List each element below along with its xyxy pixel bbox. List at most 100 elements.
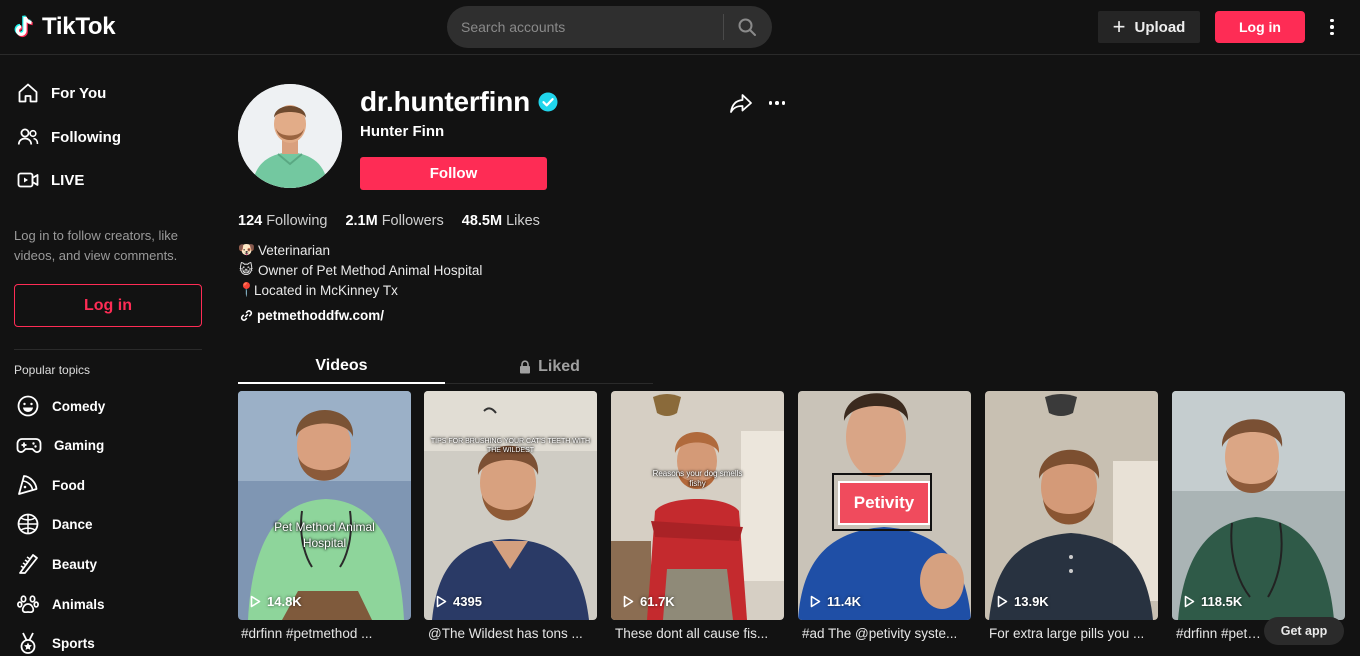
video-views: 14.8K — [250, 594, 302, 609]
view-count: 13.9K — [1014, 594, 1049, 609]
view-count: 4395 — [453, 594, 482, 609]
topic-food[interactable]: Food — [16, 472, 85, 498]
play-icon — [623, 595, 634, 608]
view-count: 61.7K — [640, 594, 675, 609]
bio-line: 🐶 Veterinarian — [238, 242, 330, 258]
topic-dance[interactable]: Dance — [16, 511, 93, 537]
video-card[interactable]: Petivity 11.4K — [798, 391, 971, 620]
video-overlay-text: Reasons your dog smells fishy — [652, 469, 743, 488]
search-button[interactable] — [724, 6, 770, 48]
video-caption[interactable]: #drfinn #petm... — [1176, 626, 1266, 641]
top-bar: TikTok + Upload Log in — [0, 0, 1360, 55]
view-count: 14.8K — [267, 594, 302, 609]
video-card[interactable]: 13.9K — [985, 391, 1158, 620]
comedy-icon — [17, 395, 39, 417]
video-overlay-text: Pet Method Animal Hospital — [274, 520, 375, 550]
topic-gaming-label: Gaming — [54, 437, 105, 453]
verified-badge-icon — [538, 92, 558, 112]
video-views: 13.9K — [997, 594, 1049, 609]
following-icon — [17, 128, 39, 145]
topic-comedy[interactable]: Comedy — [16, 393, 105, 419]
video-caption[interactable]: @The Wildest has tons ... — [428, 626, 600, 641]
video-card[interactable]: Pet Method Animal Hospital 14.8K — [238, 391, 411, 620]
topic-beauty-label: Beauty — [52, 556, 98, 572]
topic-dance-label: Dance — [52, 516, 93, 532]
profile-link[interactable]: petmethoddfw.com/ — [240, 308, 384, 323]
video-card[interactable]: 118.5K — [1172, 391, 1345, 620]
profile-avatar — [238, 84, 342, 188]
search-bar — [447, 6, 772, 48]
video-card[interactable]: Reasons your dog smells fishy 61.7K — [611, 391, 784, 620]
search-input[interactable] — [447, 19, 723, 35]
petivity-badge: Petivity — [838, 481, 930, 525]
video-views: 11.4K — [810, 594, 861, 609]
profile-link-text: petmethoddfw.com/ — [257, 308, 384, 323]
video-thumbnail — [424, 391, 597, 620]
sports-icon — [20, 632, 36, 654]
topic-gaming[interactable]: Gaming — [16, 432, 104, 458]
video-thumbnail — [611, 391, 784, 620]
profile-stats: 124 Following 2.1M Followers 48.5M Likes — [238, 213, 558, 229]
logo-text: TikTok — [42, 13, 116, 40]
share-button[interactable] — [729, 92, 753, 119]
play-icon — [997, 595, 1008, 608]
profile-username: dr.hunterfinn — [360, 86, 558, 118]
link-icon — [240, 310, 253, 321]
popular-topics-title: Popular topics — [14, 363, 91, 377]
likes-count: 48.5M — [461, 213, 503, 229]
video-thumbnail — [238, 391, 411, 620]
nav-live[interactable]: LIVE — [16, 166, 84, 194]
more-menu-icon[interactable] — [1322, 16, 1342, 38]
topic-animals[interactable]: Animals — [16, 591, 105, 617]
profile-nickname: Hunter Finn — [360, 123, 445, 140]
video-card[interactable]: TIPS FOR BRUSHING YOUR CAT'S TEETH WITH … — [424, 391, 597, 620]
topic-sports-label: Sports — [52, 635, 95, 651]
live-icon — [17, 172, 39, 188]
topic-comedy-label: Comedy — [52, 398, 106, 414]
cat-emoji-icon: 😺 — [238, 262, 254, 277]
food-icon — [18, 475, 38, 495]
topic-beauty[interactable]: Beauty — [16, 551, 97, 577]
gaming-icon — [16, 438, 42, 453]
profile-more-icon[interactable] — [766, 96, 788, 110]
tiktok-logo[interactable]: TikTok — [14, 13, 116, 41]
tab-liked[interactable]: Liked — [446, 350, 653, 383]
dance-icon — [17, 513, 39, 535]
video-caption[interactable]: These dont all cause fis... — [615, 626, 787, 641]
tab-videos[interactable]: Videos — [238, 350, 445, 384]
play-icon — [436, 595, 447, 608]
following-count: 124 — [238, 213, 263, 229]
beauty-icon — [19, 554, 38, 574]
login-button-top[interactable]: Log in — [1215, 11, 1305, 43]
pin-emoji-icon: 📍 — [238, 282, 255, 297]
profile-tabs: Videos Liked — [238, 350, 653, 384]
avatar-illustration — [238, 84, 342, 188]
following-stat[interactable]: 124 Following — [238, 213, 327, 229]
sidebar-login-button[interactable]: Log in — [14, 284, 202, 327]
video-caption[interactable]: For extra large pills you ... — [989, 626, 1161, 641]
topic-animals-label: Animals — [52, 596, 105, 612]
tiktok-note-icon — [14, 15, 33, 38]
bio-line: 📍 Located in McKinney Tx — [238, 282, 398, 298]
search-icon — [738, 18, 756, 36]
topic-sports[interactable]: Sports — [16, 630, 95, 656]
nav-following[interactable]: Following — [16, 123, 121, 151]
video-caption[interactable]: #ad The @petivity syste... — [802, 626, 974, 641]
followers-stat[interactable]: 2.1M Followers — [345, 213, 443, 229]
get-app-button[interactable]: Get app — [1264, 617, 1344, 645]
follow-button[interactable]: Follow — [360, 157, 547, 190]
play-icon — [1184, 595, 1195, 608]
upload-button[interactable]: + Upload — [1098, 11, 1200, 43]
video-views: 118.5K — [1184, 594, 1242, 609]
lock-icon — [520, 359, 531, 373]
video-views: 61.7K — [623, 594, 675, 609]
sidebar: For You Following LIVE Log in to follow … — [0, 56, 220, 656]
video-caption[interactable]: #drfinn #petmethod ... — [241, 626, 413, 641]
nav-for-you[interactable]: For You — [16, 79, 106, 107]
plus-icon: + — [1112, 14, 1126, 39]
animals-icon — [17, 595, 39, 614]
video-thumbnail — [985, 391, 1158, 620]
video-overlay-text: TIPS FOR BRUSHING YOUR CAT'S TEETH WITH … — [430, 438, 591, 454]
video-views: 4395 — [436, 594, 482, 609]
dog-emoji-icon: 🐶 — [238, 242, 255, 257]
